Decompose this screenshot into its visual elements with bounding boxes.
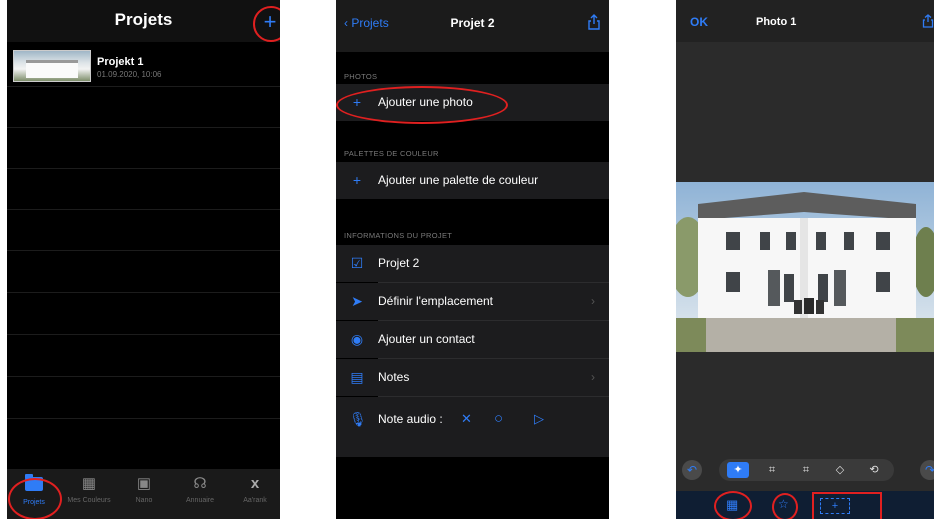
bottom-bar: ▦ ☆ + bbox=[676, 491, 934, 519]
contact-row[interactable]: ◉ Ajouter un contact bbox=[336, 321, 609, 358]
edit-icon: ☑ bbox=[350, 255, 364, 271]
location-label: Définir l'emplacement bbox=[378, 294, 494, 308]
section-header-photos: PHOTOS bbox=[344, 72, 378, 81]
add-photo-row[interactable]: + Ajouter une photo bbox=[336, 84, 609, 121]
record-icon[interactable]: ○ bbox=[494, 410, 503, 427]
audio-note-row: 🎙 Note audio : ✕ ○ ▷ bbox=[336, 397, 609, 457]
notes-icon: ▤ bbox=[350, 369, 364, 385]
microphone-icon: 🎙 bbox=[349, 411, 367, 427]
nav-bar: ‹ Projets Projet 2 bbox=[336, 0, 609, 52]
play-icon[interactable]: ▷ bbox=[534, 411, 544, 427]
divider bbox=[7, 418, 280, 419]
x-icon: x bbox=[250, 475, 260, 492]
section-header-info: INFORMATIONS DU PROJET bbox=[344, 231, 453, 240]
tab-annuaire[interactable]: ☊ Annuaire bbox=[176, 475, 224, 504]
tab-label: Annuaire bbox=[185, 497, 215, 504]
plus-icon[interactable]: + bbox=[262, 11, 278, 33]
add-palette-label: Ajouter une palette de couleur bbox=[378, 173, 539, 187]
crop-icon[interactable]: ⌗ bbox=[761, 462, 783, 478]
tool-selector: ✦ ⌗ ⌗ ◇ ⟲ bbox=[719, 459, 894, 481]
tab-nano[interactable]: ▣ Nano bbox=[120, 475, 168, 504]
perspective-icon[interactable]: ⌗ bbox=[795, 462, 817, 478]
nano-icon: ▣ bbox=[136, 475, 152, 492]
project-date: 01.09.2020, 10:06 bbox=[97, 70, 162, 79]
divider bbox=[7, 209, 280, 210]
star-icon[interactable]: ☆ bbox=[778, 497, 789, 511]
project-name-row[interactable]: ☑ Projet 2 bbox=[336, 245, 609, 282]
tab-bar: Projets ▦ Mes Couleurs ▣ Nano ☊ Annuaire… bbox=[7, 469, 280, 519]
delete-icon[interactable]: ✕ bbox=[461, 411, 472, 427]
edit-toolbar: ↶ ✦ ⌗ ⌗ ◇ ⟲ ↷ bbox=[676, 453, 934, 491]
tab-projets[interactable]: Projets bbox=[10, 474, 58, 506]
chevron-right-icon: › bbox=[591, 370, 595, 384]
divider bbox=[7, 376, 280, 377]
share-icon[interactable] bbox=[922, 14, 934, 28]
project-name-label: Projet 2 bbox=[378, 256, 420, 270]
divider bbox=[7, 127, 280, 128]
tab-label: Mes Couleurs bbox=[67, 497, 111, 504]
divider bbox=[7, 292, 280, 293]
tab-label: Aa'rank bbox=[243, 497, 267, 504]
photo-editor-screen: OK Photo 1 ↶ ✦ ⌗ ⌗ ◇ ⟲ ↷ ▦ ☆ + bbox=[676, 0, 934, 519]
eraser-icon[interactable]: ◇ bbox=[829, 462, 851, 478]
projects-screen: Projets + Projekt 1 01.09.2020, 10:06 Pr… bbox=[7, 0, 280, 519]
chevron-right-icon: › bbox=[591, 294, 595, 308]
projects-header: Projets + bbox=[7, 0, 280, 42]
location-arrow-icon: ➤ bbox=[351, 293, 363, 309]
page-title: Photo 1 bbox=[756, 16, 797, 28]
back-label: Projets bbox=[351, 16, 389, 30]
transform-icon[interactable]: ⟲ bbox=[863, 462, 885, 478]
tab-aarank[interactable]: x Aa'rank bbox=[231, 475, 279, 504]
project-list-item[interactable]: Projekt 1 01.09.2020, 10:06 bbox=[7, 45, 280, 85]
nav-bar: OK Photo 1 bbox=[676, 0, 934, 42]
notes-row[interactable]: ▤ Notes › bbox=[336, 359, 609, 396]
folder-icon bbox=[24, 474, 44, 495]
back-button[interactable]: ‹ Projets bbox=[344, 16, 389, 30]
tab-label: Nano bbox=[135, 497, 153, 504]
share-icon[interactable] bbox=[587, 14, 601, 30]
location-row[interactable]: ➤ Définir l'emplacement › bbox=[336, 283, 609, 320]
divider bbox=[7, 334, 280, 335]
project-thumbnail bbox=[13, 50, 91, 82]
house-photo[interactable] bbox=[676, 182, 934, 352]
tab-label: Projets bbox=[23, 499, 45, 506]
page-title: Projets bbox=[114, 10, 173, 29]
divider bbox=[7, 168, 280, 169]
project-detail-screen: ‹ Projets Projet 2 PHOTOS + Ajouter une … bbox=[336, 0, 609, 519]
ok-button[interactable]: OK bbox=[690, 15, 708, 29]
add-palette-row[interactable]: + Ajouter une palette de couleur bbox=[336, 162, 609, 199]
section-header-palettes: PALETTES DE COULEUR bbox=[344, 149, 439, 158]
plus-icon: + bbox=[352, 172, 362, 188]
divider bbox=[7, 86, 280, 87]
add-area-icon[interactable]: + bbox=[820, 498, 850, 514]
undo-icon[interactable]: ↶ bbox=[682, 460, 702, 480]
redo-icon[interactable]: ↷ bbox=[920, 460, 934, 480]
person-icon: ◉ bbox=[350, 331, 364, 347]
headset-icon: ☊ bbox=[193, 475, 207, 492]
contact-label: Ajouter un contact bbox=[378, 332, 475, 346]
palette-grid-icon[interactable]: ▦ bbox=[726, 497, 738, 513]
tab-mes-couleurs[interactable]: ▦ Mes Couleurs bbox=[65, 475, 113, 504]
project-name: Projekt 1 bbox=[97, 56, 144, 68]
house-image bbox=[676, 182, 934, 352]
audio-note-label: Note audio : bbox=[378, 412, 443, 426]
add-photo-label: Ajouter une photo bbox=[378, 95, 473, 109]
divider bbox=[7, 250, 280, 251]
magic-wand-icon[interactable]: ✦ bbox=[727, 462, 749, 478]
palette-icon: ▦ bbox=[81, 475, 97, 492]
notes-label: Notes bbox=[378, 370, 410, 384]
plus-icon: + bbox=[352, 94, 362, 110]
